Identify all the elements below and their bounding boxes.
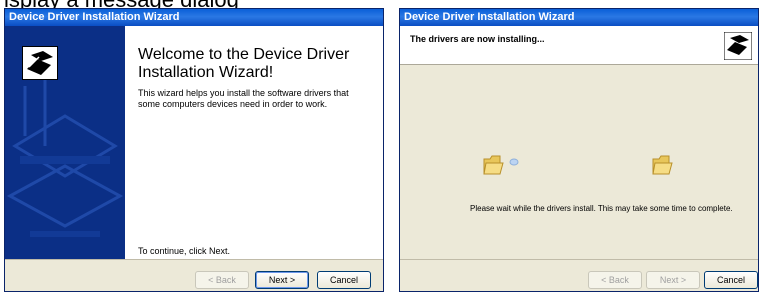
back-button[interactable]: < Back (588, 271, 642, 289)
installing-wizard-window: Device Driver Installation Wizard The dr… (399, 8, 759, 292)
next-button[interactable]: Next > (646, 271, 700, 289)
window-title[interactable]: Device Driver Installation Wizard (5, 9, 383, 26)
continue-instruction: To continue, click Next. (138, 246, 231, 256)
cancel-button[interactable]: Cancel (317, 271, 371, 289)
hardware-wizard-icon (22, 46, 58, 80)
source-folder-icon (483, 154, 523, 183)
wait-message: Please wait while the drivers install. T… (470, 204, 733, 213)
wizard-header: The drivers are now installing... (400, 26, 758, 65)
welcome-content: Welcome to the Device Driver Installatio… (125, 26, 383, 259)
next-button[interactable]: Next > (255, 271, 309, 289)
window-title[interactable]: Device Driver Installation Wizard (400, 9, 758, 26)
wizard-side-banner (5, 26, 125, 259)
installing-status: The drivers are now installing... (410, 34, 545, 44)
destination-folder-icon (652, 154, 674, 181)
back-button[interactable]: < Back (195, 271, 249, 289)
welcome-wizard-window: Device Driver Installation Wizard Welcom… (4, 8, 384, 292)
welcome-heading: Welcome to the Device Driver Installatio… (138, 46, 350, 81)
welcome-description: This wizard helps you install the softwa… (138, 88, 349, 109)
button-bar: < Back Next > Cancel (400, 259, 758, 291)
cancel-button[interactable]: Cancel (704, 271, 758, 289)
button-bar: < Back Next > Cancel (5, 259, 383, 291)
hardware-wizard-icon (723, 31, 753, 61)
